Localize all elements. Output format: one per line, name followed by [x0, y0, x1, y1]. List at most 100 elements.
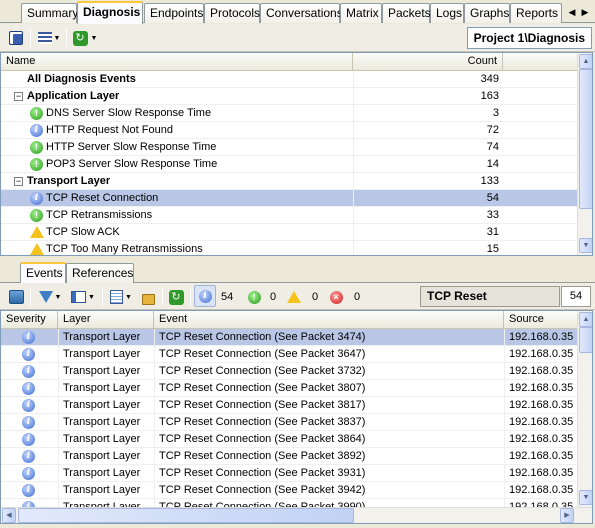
tab-protocols[interactable]: Protocols	[204, 3, 260, 23]
event-description-cell: TCP Reset Connection (See Packet 3732)	[154, 363, 504, 380]
diagnosis-row-label: Transport Layer	[27, 175, 111, 187]
events-horizontal-scrollbar[interactable]: ◀ ▶	[1, 507, 592, 523]
diagnosis-row-count: 3	[353, 105, 503, 122]
scroll-left-icon[interactable]: ◀	[2, 508, 16, 523]
event-severity-cell: i	[1, 329, 58, 346]
horizontal-scroll-thumb[interactable]	[18, 508, 354, 523]
tab-packets[interactable]: Packets	[382, 3, 431, 23]
event-source-cell: 192.168.0.35	[504, 414, 577, 431]
column-header-layer[interactable]: Layer	[58, 311, 154, 329]
scroll-thumb[interactable]	[579, 69, 592, 209]
event-row[interactable]: i Transport LayerTCP Reset Connection (Se…	[1, 465, 577, 482]
diagnosis-row-name-cell: TCP Slow ACK	[1, 224, 353, 241]
diagnosis-row[interactable]: i TCP Reset Connection 54	[1, 190, 577, 207]
diagnosis-row[interactable]: ! HTTP Server Slow Response Time 74	[1, 139, 577, 156]
scroll-down-icon[interactable]: ▼	[579, 238, 592, 253]
event-row[interactable]: i Transport LayerTCP Reset Connection (Se…	[1, 482, 577, 499]
event-source-cell: 192.168.0.35	[504, 363, 577, 380]
info-icon: i	[22, 382, 35, 395]
column-header-severity[interactable]: Severity	[1, 311, 58, 329]
event-layer-cell: Transport Layer	[58, 346, 154, 363]
event-layer-cell: Transport Layer	[58, 414, 154, 431]
tab-conversations[interactable]: Conversations	[260, 3, 343, 23]
diagnosis-row-label: Application Layer	[27, 90, 120, 102]
info-icon: i	[30, 192, 43, 205]
diagnosis-row[interactable]: TCP Too Many Retransmissions 15	[1, 241, 577, 255]
event-row[interactable]: i Transport LayerTCP Reset Connection (Se…	[1, 431, 577, 448]
lock-button[interactable]	[138, 287, 158, 307]
tab-logs[interactable]: Logs	[430, 3, 464, 23]
tab-diagnosis[interactable]: Diagnosis	[77, 1, 143, 24]
event-row[interactable]: i Transport LayerTCP Reset Connection (Se…	[1, 329, 577, 346]
column-header-count[interactable]: Count	[353, 53, 503, 71]
event-row[interactable]: i Transport LayerTCP Reset Connection (Se…	[1, 363, 577, 380]
refresh-dropdown-button[interactable]: ↻ ▼	[70, 28, 100, 48]
filter-ok-toggle[interactable]: !	[244, 287, 264, 307]
diagnosis-row[interactable]: ! DNS Server Slow Response Time 3	[1, 105, 577, 122]
event-description-cell: TCP Reset Connection (See Packet 3931)	[154, 465, 504, 482]
scroll-down-icon[interactable]: ▼	[579, 490, 592, 505]
column-header-name[interactable]: Name	[1, 53, 353, 71]
collapse-icon[interactable]: −	[14, 177, 23, 186]
tab-graphs[interactable]: Graphs	[464, 3, 510, 23]
event-severity-cell: i	[1, 431, 58, 448]
exclamation-green-icon: !	[30, 158, 43, 171]
diagnosis-row-label: All Diagnosis Events	[27, 73, 136, 85]
event-severity-cell: i	[1, 448, 58, 465]
event-description-cell: TCP Reset Connection (See Packet 3892)	[154, 448, 504, 465]
tab-references[interactable]: References	[66, 263, 134, 283]
diagnosis-row-name-cell: i HTTP Request Not Found	[1, 122, 353, 139]
tab-matrix[interactable]: Matrix	[340, 3, 382, 23]
filter-options-button[interactable]: ▼	[36, 287, 64, 307]
tab-events[interactable]: Events	[20, 262, 66, 283]
tab-endpoints[interactable]: Endpoints	[144, 3, 204, 23]
diagnosis-row[interactable]: i HTTP Request Not Found 72	[1, 122, 577, 139]
columns-button[interactable]: ▼	[68, 287, 98, 307]
collapse-icon[interactable]: −	[14, 92, 23, 101]
diagnosis-vertical-scrollbar[interactable]: ▲ ▼	[577, 53, 592, 255]
save-button[interactable]	[6, 28, 26, 48]
scroll-thumb[interactable]	[579, 327, 592, 353]
diagnosis-row[interactable]: − Application Layer 163	[1, 88, 577, 105]
tab-scroll-right-icon[interactable]: ▶	[579, 3, 591, 21]
scroll-right-icon[interactable]: ▶	[560, 508, 574, 523]
filter-warning-toggle[interactable]	[284, 287, 304, 307]
export-button[interactable]	[6, 287, 26, 307]
ok-count: 0	[270, 291, 277, 303]
refresh-events-button[interactable]: ↻	[166, 287, 186, 307]
event-description-cell: TCP Reset Connection (See Packet 3837)	[154, 414, 504, 431]
diagnosis-row-name-cell: ! DNS Server Slow Response Time	[1, 105, 353, 122]
event-row[interactable]: i Transport LayerTCP Reset Connection (Se…	[1, 346, 577, 363]
event-row[interactable]: i Transport LayerTCP Reset Connection (Se…	[1, 380, 577, 397]
event-description-cell: TCP Reset Connection (See Packet 3864)	[154, 431, 504, 448]
column-header-source[interactable]: Source	[504, 311, 578, 329]
diagnosis-row[interactable]: ! POP3 Server Slow Response Time 14	[1, 156, 577, 173]
tab-summary[interactable]: Summary	[21, 3, 78, 23]
diagnosis-row-count: 133	[353, 173, 503, 190]
chevron-down-icon: ▼	[125, 293, 132, 301]
diagnosis-row[interactable]: ! TCP Retransmissions 33	[1, 207, 577, 224]
filter-error-toggle[interactable]: ×	[326, 287, 346, 307]
event-severity-cell: i	[1, 397, 58, 414]
info-icon: i	[22, 331, 35, 344]
scroll-up-icon[interactable]: ▲	[579, 54, 592, 69]
column-header-event[interactable]: Event	[154, 311, 504, 329]
scroll-up-icon[interactable]: ▲	[579, 312, 592, 327]
event-row[interactable]: i Transport LayerTCP Reset Connection (Se…	[1, 448, 577, 465]
event-severity-cell: i	[1, 482, 58, 499]
diagnosis-row[interactable]: TCP Slow ACK 31	[1, 224, 577, 241]
filter-dropdown-button[interactable]: ▼	[36, 28, 62, 48]
tab-reports[interactable]: Reports	[510, 3, 562, 23]
filter-info-toggle[interactable]: i	[194, 285, 216, 307]
tab-scroll-left-icon[interactable]: ◀	[566, 3, 578, 21]
event-row[interactable]: i Transport LayerTCP Reset Connection (Se…	[1, 414, 577, 431]
info-icon: i	[22, 467, 35, 480]
save-icon	[9, 31, 23, 45]
events-vertical-scrollbar[interactable]: ▲ ▼	[577, 311, 592, 507]
diagnosis-row-label: TCP Too Many Retransmissions	[46, 243, 203, 255]
diagnosis-row[interactable]: − Transport Layer 133	[1, 173, 577, 190]
list-filter-icon	[37, 32, 52, 44]
view-options-button[interactable]: ▼	[108, 287, 134, 307]
diagnosis-row[interactable]: All Diagnosis Events 349	[1, 71, 577, 88]
event-row[interactable]: i Transport LayerTCP Reset Connection (Se…	[1, 397, 577, 414]
